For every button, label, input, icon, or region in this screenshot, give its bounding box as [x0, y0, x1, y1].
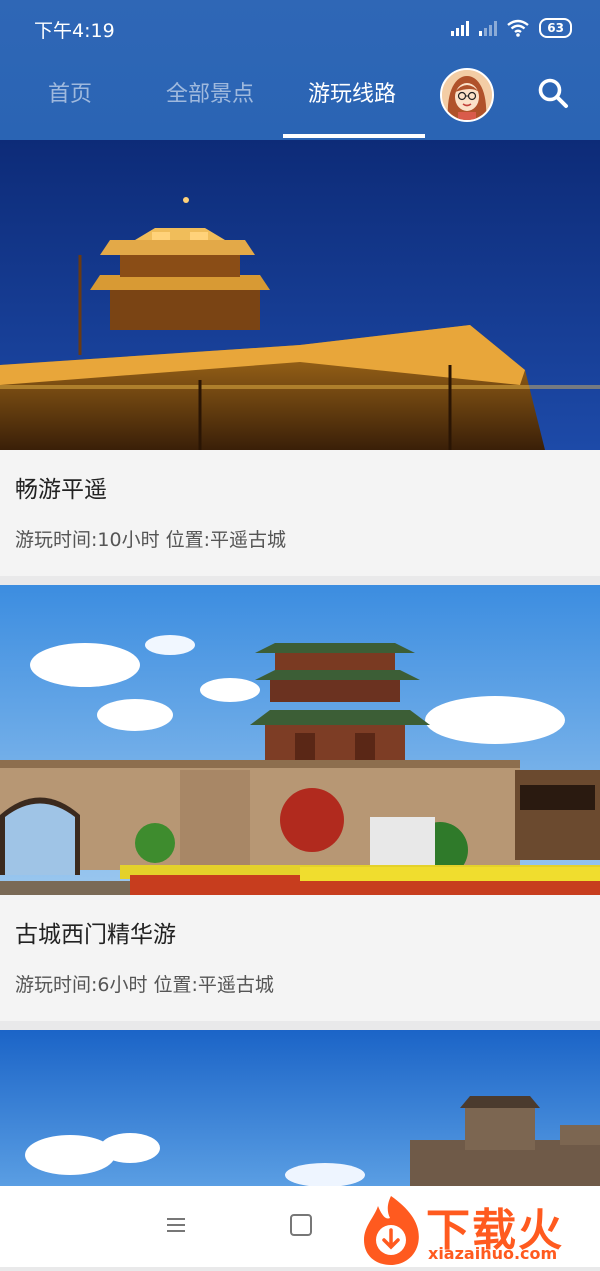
route-title: 畅游平遥	[15, 477, 107, 503]
top-nav: 首页 全部景点 游玩线路	[0, 46, 600, 140]
app-header: 下午4:19 63 首页 全部景点 游玩线路	[0, 0, 600, 140]
user-avatar[interactable]	[440, 68, 494, 122]
route-card[interactable]: 古城西门精华游 游玩时间:6小时 位置:平遥古城	[0, 585, 600, 1021]
wifi-icon	[507, 19, 530, 37]
signal-icon	[451, 20, 470, 36]
tab-all-attractions[interactable]: 全部景点	[166, 76, 254, 108]
search-icon[interactable]	[536, 76, 570, 110]
active-tab-indicator	[283, 134, 425, 138]
route-meta: 游玩时间:10小时 位置:平遥古城	[15, 529, 287, 551]
route-title: 古城西门精华游	[15, 922, 176, 948]
route-image	[0, 585, 600, 895]
tab-routes[interactable]: 游玩线路	[308, 76, 396, 108]
square-home-icon[interactable]	[290, 1214, 312, 1236]
status-bar: 下午4:19 63	[0, 0, 600, 46]
flame-logo-icon	[364, 1196, 419, 1265]
avatar-illustration-icon	[442, 70, 492, 120]
route-card[interactable]: 畅游平遥 游玩时间:10小时 位置:平遥古城	[0, 140, 600, 576]
tab-home[interactable]: 首页	[48, 76, 92, 108]
route-card[interactable]	[0, 1030, 600, 1186]
status-time: 下午4:19	[34, 20, 115, 42]
signal-icon-secondary	[479, 20, 498, 36]
status-icons: 63	[451, 18, 572, 38]
route-image	[0, 1030, 600, 1186]
watermark-logo: 下载火 xiazaihuo.com	[356, 1192, 600, 1267]
route-image	[0, 140, 600, 450]
watermark-url: xiazaihuo.com	[428, 1244, 558, 1263]
route-meta: 游玩时间:6小时 位置:平遥古城	[15, 974, 274, 996]
menu-icon[interactable]	[165, 1216, 187, 1234]
battery-indicator: 63	[539, 18, 572, 38]
